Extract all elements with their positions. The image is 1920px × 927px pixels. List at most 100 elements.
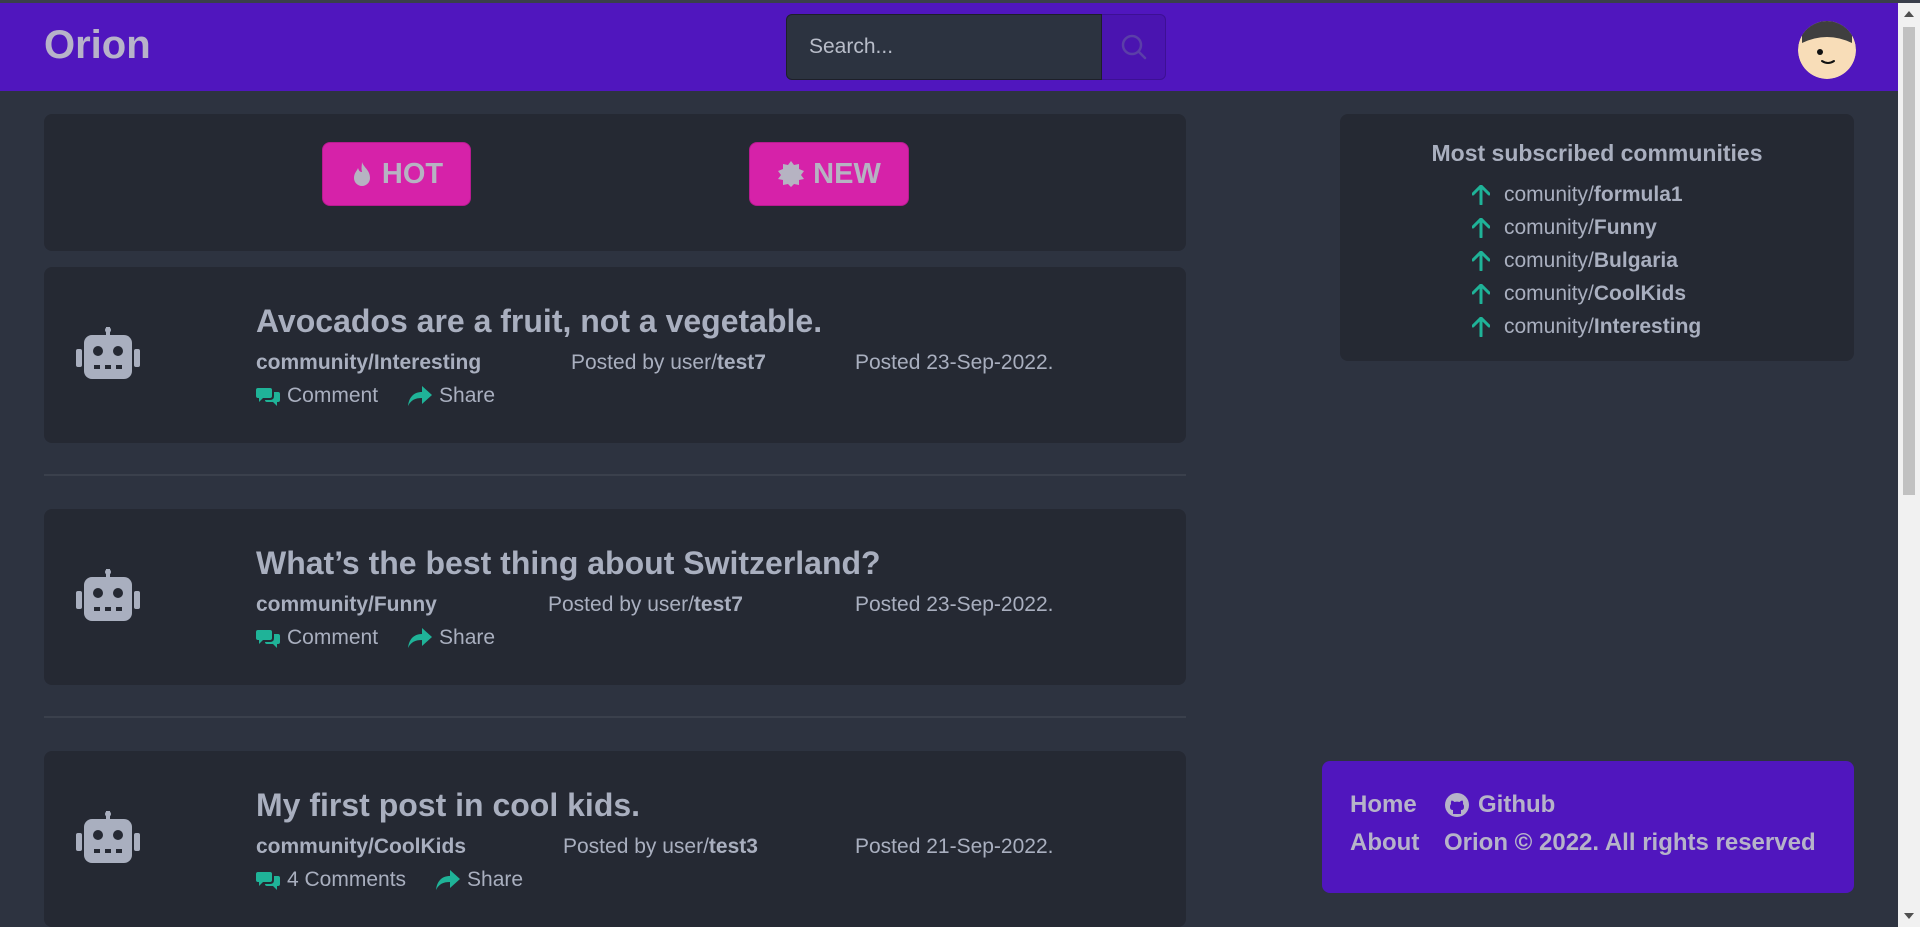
- post-card[interactable]: Avocados are a fruit, not a vegetable. c…: [44, 267, 1186, 443]
- comment-button[interactable]: Comment: [256, 626, 378, 650]
- community-link[interactable]: comunity/formula1: [1504, 183, 1683, 207]
- post-card[interactable]: My first post in cool kids. community/Co…: [44, 751, 1186, 927]
- robot-icon: [76, 569, 140, 621]
- community-prefix: comunity/: [1504, 248, 1594, 272]
- vertical-scrollbar[interactable]: [1898, 3, 1920, 927]
- post-title[interactable]: My first post in cool kids.: [256, 787, 640, 824]
- post-author-user[interactable]: test7: [694, 593, 743, 616]
- post-community-link[interactable]: community/Funny: [256, 593, 437, 617]
- post-author: Posted by user/test7: [571, 351, 766, 375]
- community-prefix: comunity/: [1504, 281, 1594, 305]
- post-card[interactable]: What’s the best thing about Switzerland?…: [44, 509, 1186, 685]
- arrow-up-icon: [1472, 217, 1490, 238]
- post-author-user[interactable]: test7: [717, 351, 766, 374]
- post-date: Posted 21-Sep-2022.: [855, 835, 1054, 858]
- community-link[interactable]: comunity/Funny: [1504, 216, 1657, 240]
- community-link[interactable]: comunity/CoolKids: [1504, 282, 1686, 306]
- share-label: Share: [467, 868, 524, 891]
- site-footer: Home Github About Orion © 2022. All righ…: [1322, 761, 1854, 893]
- post-date: Posted 23-Sep-2022.: [855, 593, 1054, 616]
- hot-sort-label: HOT: [381, 157, 444, 190]
- share-button[interactable]: Share: [408, 626, 495, 650]
- post-divider: [44, 474, 1186, 476]
- community-name: CoolKids: [1593, 281, 1687, 305]
- community-name: formula1: [1593, 182, 1683, 206]
- community-link[interactable]: comunity/Interesting: [1504, 315, 1701, 339]
- arrow-up-icon: [1472, 250, 1490, 271]
- post-author-prefix: Posted by user/: [563, 835, 709, 858]
- comment-label: Comment: [287, 384, 379, 407]
- share-button[interactable]: Share: [408, 384, 495, 408]
- arrow-up-icon: [1472, 316, 1490, 337]
- community-item[interactable]: comunity/formula1: [1472, 178, 1701, 211]
- search-bar: [786, 14, 1166, 80]
- arrow-up-icon: [1472, 184, 1490, 205]
- robot-icon: [76, 327, 140, 379]
- comments-icon: [256, 388, 280, 406]
- post-actions: 4 Comments Share: [256, 868, 523, 892]
- comment-label: 4 Comments: [287, 868, 407, 891]
- user-avatar[interactable]: [1798, 21, 1856, 79]
- community-item[interactable]: comunity/Funny: [1472, 211, 1701, 244]
- arrow-up-icon: [1472, 283, 1490, 304]
- community-prefix: comunity/: [1504, 314, 1594, 338]
- post-actions: Comment Share: [256, 626, 495, 650]
- footer-links: Home Github About Orion © 2022. All righ…: [1350, 791, 1816, 857]
- comment-button[interactable]: Comment: [256, 384, 378, 408]
- post-community-link[interactable]: community/CoolKids: [256, 835, 466, 859]
- post-author-prefix: Posted by user/: [571, 351, 717, 374]
- communities-list: comunity/formula1 comunity/Funny comunit…: [1472, 178, 1701, 343]
- share-icon: [408, 628, 433, 648]
- community-name: Bulgaria: [1593, 248, 1678, 272]
- share-icon: [408, 386, 433, 406]
- community-name: Interesting: [1593, 314, 1702, 338]
- hot-sort-button[interactable]: HOT: [322, 142, 471, 206]
- scrollbar-thumb[interactable]: [1903, 27, 1915, 495]
- footer-about-link[interactable]: About: [1350, 829, 1444, 857]
- new-sort-button[interactable]: NEW: [749, 142, 909, 206]
- footer-home-link[interactable]: Home: [1350, 791, 1444, 819]
- badge-icon: [778, 161, 805, 187]
- search-icon: [1121, 34, 1146, 60]
- brand-logo[interactable]: Orion: [44, 23, 151, 68]
- footer-github-label: Github: [1478, 791, 1556, 818]
- share-label: Share: [439, 384, 496, 407]
- comments-icon: [256, 630, 280, 648]
- community-item[interactable]: comunity/Interesting: [1472, 310, 1701, 343]
- most-subscribed-communities: Most subscribed communities comunity/for…: [1340, 114, 1854, 361]
- post-author: Posted by user/test3: [563, 835, 758, 859]
- post-author-prefix: Posted by user/: [548, 593, 694, 616]
- post-author: Posted by user/test7: [548, 593, 743, 617]
- post-title[interactable]: Avocados are a fruit, not a vegetable.: [256, 303, 822, 340]
- top-navbar: Orion: [0, 3, 1898, 91]
- footer-github-link[interactable]: Github: [1444, 791, 1816, 819]
- robot-icon: [76, 811, 140, 863]
- post-date: Posted 23-Sep-2022.: [855, 351, 1054, 374]
- community-item[interactable]: comunity/Bulgaria: [1472, 244, 1701, 277]
- post-title[interactable]: What’s the best thing about Switzerland?: [256, 545, 881, 582]
- github-icon: [1445, 793, 1469, 817]
- post-author-user[interactable]: test3: [709, 835, 758, 858]
- scroll-up-arrow-icon[interactable]: [1904, 11, 1914, 17]
- community-link[interactable]: comunity/Bulgaria: [1504, 249, 1678, 273]
- new-sort-label: NEW: [813, 157, 881, 190]
- sort-panel: HOT NEW: [44, 114, 1186, 251]
- comment-label: Comment: [287, 626, 379, 649]
- community-prefix: comunity/: [1504, 215, 1594, 239]
- search-input[interactable]: [786, 14, 1102, 80]
- footer-copyright: Orion © 2022. All rights reserved: [1444, 829, 1816, 856]
- scroll-down-arrow-icon[interactable]: [1904, 913, 1914, 919]
- post-actions: Comment Share: [256, 384, 495, 408]
- post-community-link[interactable]: community/Interesting: [256, 351, 481, 375]
- community-name: Funny: [1593, 215, 1657, 239]
- comments-icon: [256, 872, 280, 890]
- communities-title: Most subscribed communities: [1431, 140, 1763, 166]
- post-divider: [44, 716, 1186, 718]
- share-button[interactable]: Share: [436, 868, 523, 892]
- community-item[interactable]: comunity/CoolKids: [1472, 277, 1701, 310]
- share-icon: [436, 870, 461, 890]
- community-prefix: comunity/: [1504, 182, 1594, 206]
- comment-button[interactable]: 4 Comments: [256, 868, 406, 892]
- avatar-icon: [1798, 21, 1856, 79]
- search-button[interactable]: [1102, 14, 1166, 80]
